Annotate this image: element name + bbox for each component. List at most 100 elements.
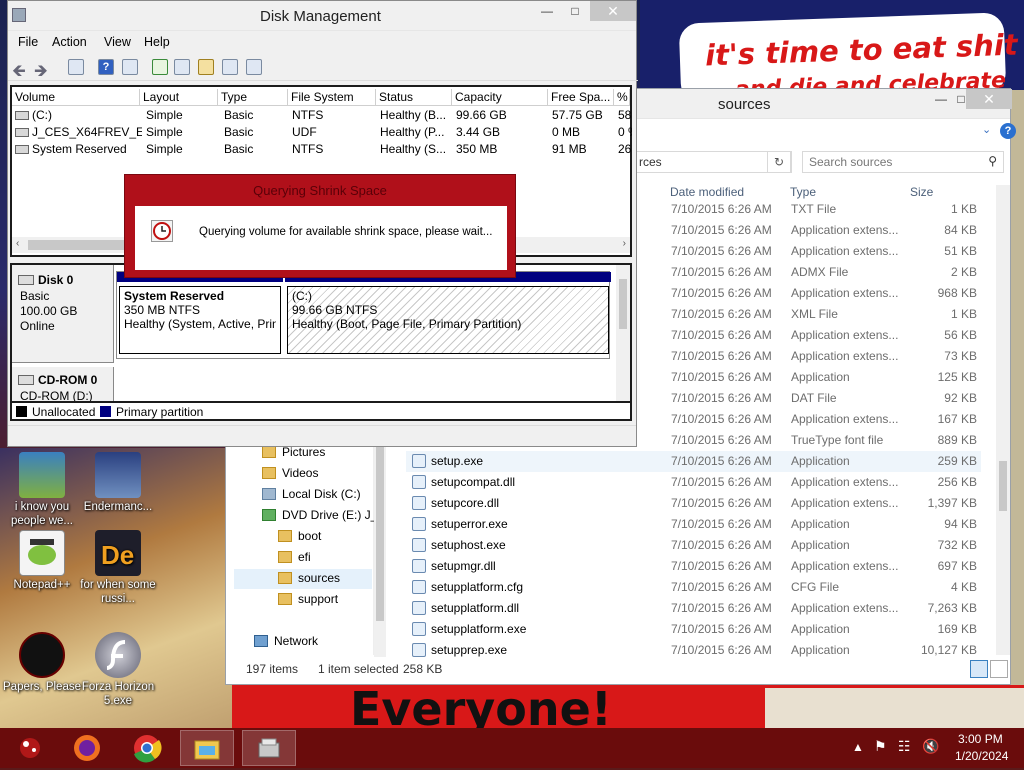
column-layout[interactable]: Layout	[140, 89, 218, 106]
file-name: setupmgr.dll	[431, 559, 496, 573]
file-type: Application extens...	[791, 559, 899, 573]
file-row[interactable]: setupmgr.dll 7/10/2015 6:26 AM Application…	[406, 556, 981, 577]
column-volume[interactable]: Volume	[12, 89, 140, 106]
volume-muted-icon[interactable]: 🔇	[922, 738, 939, 755]
help-icon[interactable]: ?	[98, 59, 114, 75]
minimize-button[interactable]: —	[532, 1, 562, 21]
action-center-flag-icon[interactable]: ⚑	[874, 738, 887, 755]
close-button[interactable]: ✕	[966, 89, 1012, 109]
desktop-icon-russian[interactable]: De for when some russi...	[76, 530, 160, 606]
desktop-icon-video[interactable]: i know you people we...	[0, 452, 84, 528]
desktop-icon-papers-please[interactable]: Papers, Please	[0, 632, 84, 694]
menu-help[interactable]: Help	[144, 35, 170, 49]
volume-cell-volume: (C:)	[32, 108, 52, 122]
desktop-icon-notepadpp[interactable]: Notepad++	[0, 530, 84, 592]
taskbar-chrome[interactable]	[120, 730, 174, 766]
cdrom-0-label-panel[interactable]: CD-ROM 0 CD-ROM (D:)	[12, 367, 114, 401]
search-icon[interactable]	[222, 59, 238, 75]
volume-row[interactable]: (C:) Simple Basic NTFS Healthy (B... 99.66 GB…	[12, 108, 632, 125]
column-type[interactable]: Type	[790, 185, 816, 199]
column-percent-free[interactable]: % F	[614, 89, 630, 106]
file-row[interactable]: setupplatform.dll 7/10/2015 6:26 AM Applic…	[406, 598, 981, 619]
column-size[interactable]: Size	[910, 185, 933, 199]
nav-item-network[interactable]: Network	[254, 634, 318, 648]
papers-please-icon	[19, 632, 65, 678]
menu-action[interactable]: Action	[52, 35, 87, 49]
volume-cell-pct: 58	[618, 108, 632, 122]
taskbar-date[interactable]: 1/20/2024	[955, 749, 1008, 763]
volume-row[interactable]: System Reserved Simple Basic NTFS Healthy (S…	[12, 142, 631, 159]
nav-item-videos[interactable]: Videos	[262, 466, 318, 480]
column-type[interactable]: Type	[218, 89, 288, 106]
network-icon[interactable]: ☷	[898, 738, 911, 755]
taskbar-time[interactable]: 3:00 PM	[958, 732, 1003, 746]
file-name: setupcompat.dll	[431, 475, 516, 489]
flash-icon	[95, 632, 141, 678]
maximize-button[interactable]: □	[560, 1, 590, 21]
file-row[interactable]: setupprep.exe 7/10/2015 6:26 AM Applicatio…	[406, 640, 981, 661]
refresh-icon[interactable]	[152, 59, 168, 75]
nav-item-boot[interactable]: boot	[278, 529, 321, 543]
nav-item-support[interactable]: support	[278, 592, 338, 606]
shortcut-icon	[95, 452, 141, 498]
diskmgmt-titlebar[interactable]: Disk Management — □ ✕	[8, 1, 636, 31]
partition-system-reserved[interactable]: System Reserved 350 MB NTFS Healthy (Sys…	[119, 286, 281, 354]
partition-status: Healthy (Boot, Page File, Primary Partit…	[292, 317, 522, 331]
file-size: 84 KB	[944, 223, 977, 237]
close-button[interactable]: ✕	[590, 1, 636, 21]
volume-cell-pct: 0 %	[618, 125, 632, 139]
file-row[interactable]: setup.exe 7/10/2015 6:26 AM Application 259…	[406, 451, 981, 472]
forward-arrow-icon[interactable]: 🡺	[34, 58, 48, 87]
file-row[interactable]: setupplatform.exe 7/10/2015 6:26 AM Applic…	[406, 619, 981, 640]
grid-icon[interactable]	[246, 59, 262, 75]
column-free-space[interactable]: Free Spa...	[548, 89, 614, 106]
folder-icon	[278, 572, 292, 584]
file-row[interactable]: setuperror.exe 7/10/2015 6:26 AM Applicati…	[406, 514, 981, 535]
file-row[interactable]: setupplatform.cfg 7/10/2015 6:26 AM CFG Fi…	[406, 577, 981, 598]
file-type: Application extens...	[791, 601, 899, 615]
volume-cell-layout: Simple	[146, 125, 183, 139]
nav-scrollbar[interactable]	[374, 445, 386, 657]
taskbar-disk-management[interactable]	[242, 730, 296, 766]
column-file-system[interactable]: File System	[288, 89, 376, 106]
nav-item-sources[interactable]: sources	[234, 569, 372, 589]
partition-c[interactable]: (C:) 99.66 GB NTFS Healthy (Boot, Page F…	[287, 286, 609, 354]
file-date: 7/10/2015 6:26 AM	[671, 349, 772, 363]
column-date[interactable]: Date modified	[670, 185, 744, 199]
nav-item-efi[interactable]: efi	[278, 550, 311, 564]
large-icons-view-icon[interactable]	[990, 660, 1008, 678]
back-arrow-icon[interactable]: 🡸	[12, 58, 26, 87]
menu-file[interactable]: File	[18, 35, 38, 49]
shrink-query-dialog[interactable]: Querying Shrink Space Querying volume fo…	[124, 174, 516, 278]
console-tree-icon[interactable]	[68, 59, 84, 75]
open-folder-icon[interactable]	[198, 59, 214, 75]
nav-item-local-disk[interactable]: Local Disk (C:)	[262, 487, 361, 501]
folder-icon	[278, 551, 292, 563]
file-row[interactable]: setuphost.exe 7/10/2015 6:26 AM Applicatio…	[406, 535, 981, 556]
taskbar-file-explorer[interactable]	[180, 730, 234, 766]
properties-icon[interactable]	[122, 59, 138, 75]
file-row[interactable]: setupcore.dll 7/10/2015 6:26 AM Applicatio…	[406, 493, 981, 514]
help-icon[interactable]: ?	[1000, 123, 1016, 139]
desktop-icon-endermanch[interactable]: Endermanc...	[76, 452, 160, 514]
nav-item-dvd-drive[interactable]: DVD Drive (E:) J_C	[262, 508, 386, 522]
search-input[interactable]: Search sources ⚲	[802, 151, 1004, 173]
column-capacity[interactable]: Capacity	[452, 89, 548, 106]
graphical-view-scrollbar[interactable]	[616, 265, 630, 401]
volume-row[interactable]: J_CES_X64FREV_E... Simple Basic UDF Healthy …	[12, 125, 632, 142]
start-button[interactable]	[0, 730, 52, 766]
file-row[interactable]: setupcompat.dll 7/10/2015 6:26 AM Applicat…	[406, 472, 981, 493]
column-status[interactable]: Status	[376, 89, 452, 106]
file-list-scrollbar[interactable]	[996, 185, 1010, 655]
volume-cell-fs: NTFS	[292, 108, 324, 122]
refresh-button[interactable]: ↻	[767, 151, 791, 173]
volume-cell-type: Basic	[224, 142, 254, 156]
show-hidden-icons-icon[interactable]: ▲	[852, 740, 864, 754]
nav-item-pictures[interactable]: Pictures	[262, 445, 325, 459]
settings-icon[interactable]	[174, 59, 190, 75]
menu-view[interactable]: View	[104, 35, 131, 49]
disk-0-label-panel[interactable]: Disk 0 Basic 100.00 GB Online	[12, 265, 114, 363]
taskbar-firefox[interactable]	[60, 730, 114, 766]
desktop-icon-forza[interactable]: Forza Horizon 5.exe	[76, 632, 160, 708]
details-view-icon[interactable]	[970, 660, 988, 678]
